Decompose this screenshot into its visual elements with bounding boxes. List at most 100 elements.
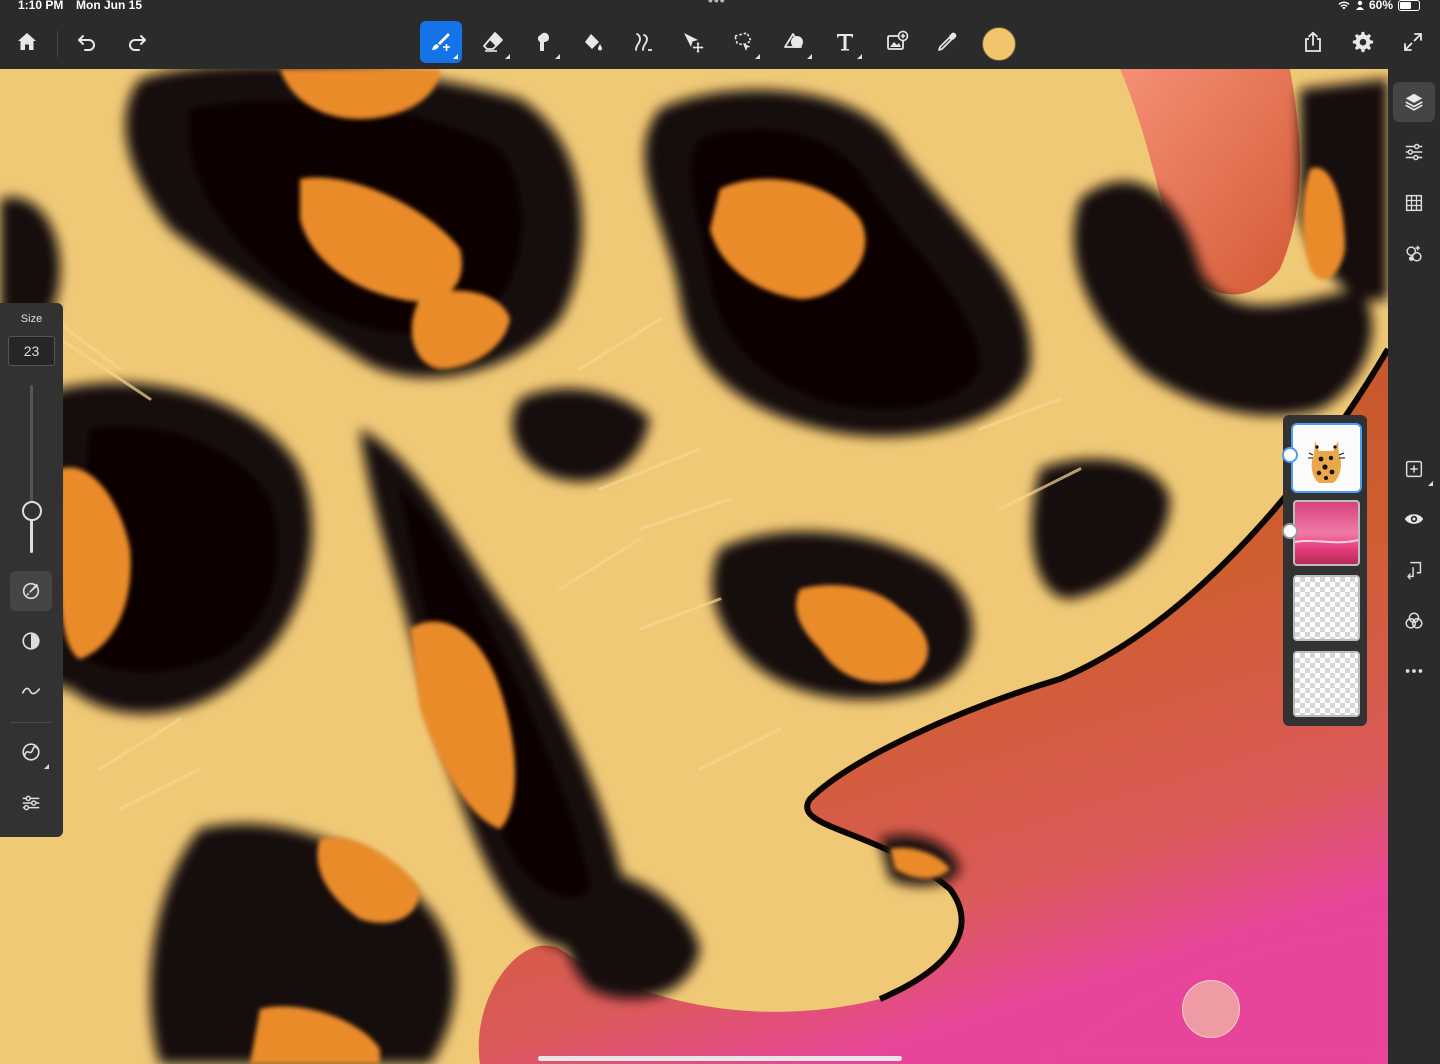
submenu-indicator [857, 54, 862, 59]
layer-drag-handle[interactable] [1282, 523, 1298, 539]
lasso-select-tool[interactable] [722, 21, 764, 63]
add-image-icon [887, 30, 909, 50]
panel-divider [10, 722, 52, 723]
submenu-indicator [505, 54, 510, 59]
wifi-icon [1338, 1, 1350, 10]
battery-icon [1398, 0, 1420, 11]
layer-drag-handle[interactable] [1282, 447, 1298, 463]
layer-thumb-empty-1[interactable] [1293, 575, 1360, 641]
current-color-swatch[interactable] [982, 27, 1016, 61]
transform-icon [684, 33, 704, 53]
smudge-tool[interactable] [522, 21, 564, 63]
brush-adjustments-button[interactable] [10, 783, 52, 823]
home-icon [18, 33, 36, 50]
blend-mode-button[interactable] [1393, 601, 1435, 641]
add-layer-button[interactable] [1393, 449, 1435, 489]
transform-tool[interactable] [672, 21, 714, 63]
liquify-tool[interactable] [622, 21, 664, 63]
submenu-indicator [453, 54, 458, 59]
undo-icon [78, 35, 95, 51]
more-options-button[interactable] [1393, 651, 1435, 691]
layer-thumb-empty-2[interactable] [1293, 651, 1360, 717]
drawing-canvas[interactable] [0, 69, 1388, 1064]
opacity-button[interactable] [10, 621, 52, 661]
layer-properties-icon [1405, 143, 1423, 161]
share-button[interactable] [1292, 21, 1334, 63]
redo-icon [129, 35, 146, 51]
toolbar-divider [57, 31, 58, 57]
effects-button[interactable] [1393, 234, 1435, 274]
cat-thumbnail [1295, 427, 1358, 489]
submenu-indicator [807, 54, 812, 59]
right-rail [1388, 69, 1440, 1064]
size-slider-knob[interactable] [22, 501, 42, 521]
grid-button[interactable] [1393, 183, 1435, 223]
brush-settings-button[interactable] [10, 571, 52, 611]
paint-brush-icon [432, 33, 450, 51]
redo-button[interactable] [116, 21, 158, 63]
submenu-indicator [755, 54, 760, 59]
submenu-indicator [1428, 481, 1433, 486]
smoothing-icon [21, 687, 41, 695]
merge-down-icon [1407, 561, 1422, 580]
layers-icon [1405, 93, 1423, 111]
smudge-icon [537, 32, 549, 51]
eraser-icon [483, 32, 503, 52]
lasso-select-icon [734, 32, 753, 51]
top-toolbar [0, 12, 1440, 69]
layer-properties-button[interactable] [1393, 132, 1435, 172]
home-indicator[interactable] [538, 1056, 902, 1061]
shapes-icon [784, 33, 803, 48]
text-tool[interactable] [824, 21, 866, 63]
visibility-icon [1404, 514, 1424, 524]
liquify-icon [635, 33, 652, 51]
undo-button[interactable] [66, 21, 108, 63]
brush-adjustments-icon [22, 795, 40, 811]
predictive-stroke-button[interactable] [10, 732, 52, 772]
size-value-field[interactable]: 23 [8, 336, 55, 366]
layers-button[interactable] [1393, 82, 1435, 122]
fullscreen-button[interactable] [1392, 21, 1434, 63]
fullscreen-icon [1404, 33, 1422, 51]
effects-icon [1406, 245, 1422, 262]
settings-button[interactable] [1342, 21, 1384, 63]
shapes-tool[interactable] [774, 21, 816, 63]
leopard-artwork [0, 69, 1388, 1064]
eraser-tool[interactable] [472, 21, 514, 63]
visibility-button[interactable] [1393, 499, 1435, 539]
touch-shortcut-button[interactable] [1182, 980, 1240, 1038]
submenu-indicator [555, 54, 560, 59]
predictive-stroke-icon [22, 743, 40, 761]
brush-panel: Size 23 [0, 303, 63, 837]
status-bar: 1:10 PM Mon Jun 15 ••• 60% [0, 0, 1440, 12]
share-icon [1305, 31, 1321, 52]
text-icon [837, 34, 853, 51]
opacity-icon [22, 632, 40, 650]
gear-icon [1352, 31, 1374, 53]
layer-thumb-background[interactable] [1293, 500, 1360, 566]
status-time: 1:10 PM [18, 0, 64, 12]
more-icon [1405, 669, 1423, 673]
grid-icon [1405, 194, 1423, 212]
fill-icon [585, 34, 602, 51]
paint-brush-tool[interactable] [420, 21, 462, 63]
eyedropper-icon [938, 32, 957, 51]
multitasking-dots-icon[interactable]: ••• [708, 0, 726, 8]
submenu-indicator [44, 764, 49, 769]
person-icon [1355, 0, 1364, 10]
fill-tool[interactable] [572, 21, 614, 63]
layers-strip [1282, 415, 1367, 726]
battery-percent: 60% [1368, 0, 1393, 12]
merge-down-button[interactable] [1393, 550, 1435, 590]
home-button[interactable] [6, 21, 48, 63]
smoothing-button[interactable] [10, 671, 52, 711]
status-right: 60% [1337, 0, 1420, 12]
add-layer-icon [1405, 460, 1423, 478]
blend-mode-icon [1405, 612, 1423, 629]
eyedropper-tool[interactable] [926, 21, 968, 63]
size-label: Size [20, 313, 43, 325]
layer-thumb-cat[interactable] [1293, 425, 1360, 491]
add-image-tool[interactable] [876, 21, 918, 63]
brush-settings-icon [22, 582, 40, 600]
status-date: Mon Jun 15 [76, 0, 143, 12]
